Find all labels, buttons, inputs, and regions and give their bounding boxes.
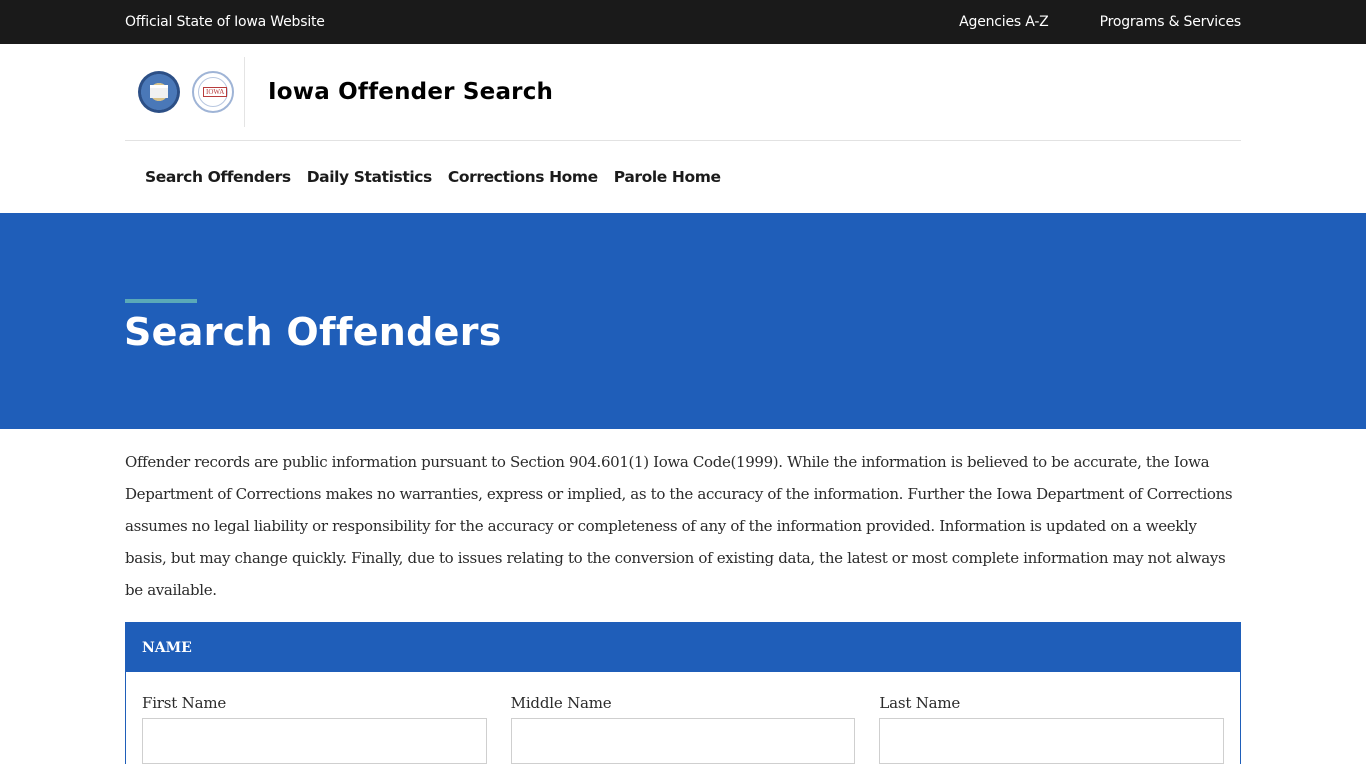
first-name-label: First Name — [142, 694, 227, 712]
official-site-label: Official State of Iowa Website — [125, 14, 325, 30]
nav-daily-statistics[interactable]: Daily Statistics — [307, 168, 433, 186]
official-site-bar: Official State of Iowa Website Agencies … — [0, 0, 1366, 44]
last-name-input[interactable] — [879, 718, 1225, 764]
first-name-field-group: First Name — [142, 694, 487, 764]
corrections-seal-logo[interactable] — [138, 71, 180, 113]
name-panel-heading: NAME — [126, 623, 1240, 672]
main-content: Offender records are public information … — [0, 429, 1366, 764]
parole-board-seal-logo[interactable] — [192, 71, 234, 113]
last-name-label: Last Name — [879, 694, 961, 712]
nav-corrections-home[interactable]: Corrections Home — [448, 168, 598, 186]
name-fields: First Name Middle Name Last Name — [126, 672, 1240, 764]
middle-name-field-group: Middle Name — [510, 694, 856, 764]
last-name-field-group: Last Name — [879, 694, 1225, 764]
site-header: Iowa Offender Search — [125, 44, 1241, 141]
hero-banner: Search Offenders — [0, 213, 1366, 429]
first-name-input[interactable] — [142, 718, 487, 764]
nav-parole-home[interactable]: Parole Home — [614, 168, 721, 186]
page-title: Search Offenders — [124, 310, 502, 354]
disclaimer-text: Offender records are public information … — [125, 453, 1233, 599]
middle-name-input[interactable] — [510, 718, 856, 764]
name-search-panel: NAME First Name Middle Name Last Name — [125, 622, 1241, 764]
site-title[interactable]: Iowa Offender Search — [268, 79, 553, 105]
programs-services-link[interactable]: Programs & Services — [1100, 14, 1242, 30]
nav-search-offenders[interactable]: Search Offenders — [145, 168, 291, 186]
agencies-a-z-link[interactable]: Agencies A-Z — [959, 14, 1049, 30]
main-nav: Search Offenders Daily Statistics Correc… — [125, 141, 1241, 213]
title-accent-bar — [125, 299, 197, 303]
logo-group[interactable] — [125, 57, 245, 127]
middle-name-label: Middle Name — [510, 694, 612, 712]
utility-links: Agencies A-Z Programs & Services — [959, 14, 1241, 30]
